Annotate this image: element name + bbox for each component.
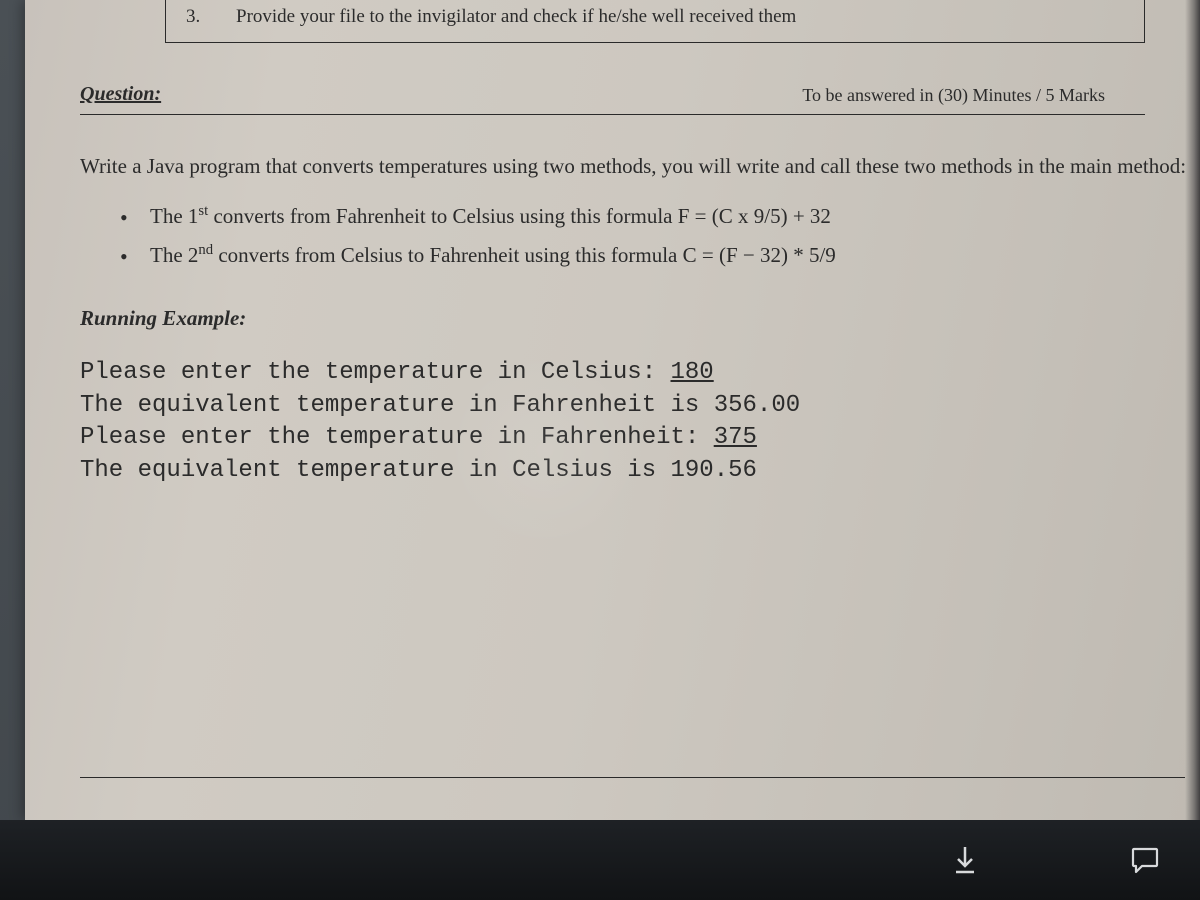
running-example-label: Running Example:: [80, 306, 1200, 331]
comment-button[interactable]: [1125, 840, 1165, 880]
arrow-down-icon: [952, 845, 978, 875]
question-header-row: Question: To be answered in (30) Minutes…: [80, 83, 1145, 115]
instruction-number: 3.: [186, 6, 236, 28]
time-marks-label: To be answered in (30) Minutes / 5 Marks: [802, 85, 1145, 106]
bullet-item-1: The 1st converts from Fahrenheit to Cels…: [120, 197, 1200, 237]
scroll-down-button[interactable]: [945, 840, 985, 880]
bottom-toolbar: [0, 820, 1200, 900]
question-label: Question:: [80, 83, 161, 106]
page-right-shadow: [1185, 0, 1200, 820]
instruction-box: 3.Provide your file to the invigilator a…: [165, 0, 1145, 43]
question-content: Write a Java program that converts tempe…: [80, 150, 1200, 487]
intro-paragraph: Write a Java program that converts tempe…: [80, 150, 1200, 183]
code-output: Please enter the temperature in Celsius:…: [80, 357, 1200, 487]
comment-icon: [1130, 846, 1160, 874]
document-page: 3.Provide your file to the invigilator a…: [25, 0, 1200, 820]
bullet-item-2: The 2nd converts from Celsius to Fahrenh…: [120, 236, 1200, 276]
bottom-divider: [80, 777, 1185, 778]
instruction-text: Provide your file to the invigilator and…: [236, 6, 796, 27]
bullet-list: The 1st converts from Fahrenheit to Cels…: [120, 197, 1200, 277]
